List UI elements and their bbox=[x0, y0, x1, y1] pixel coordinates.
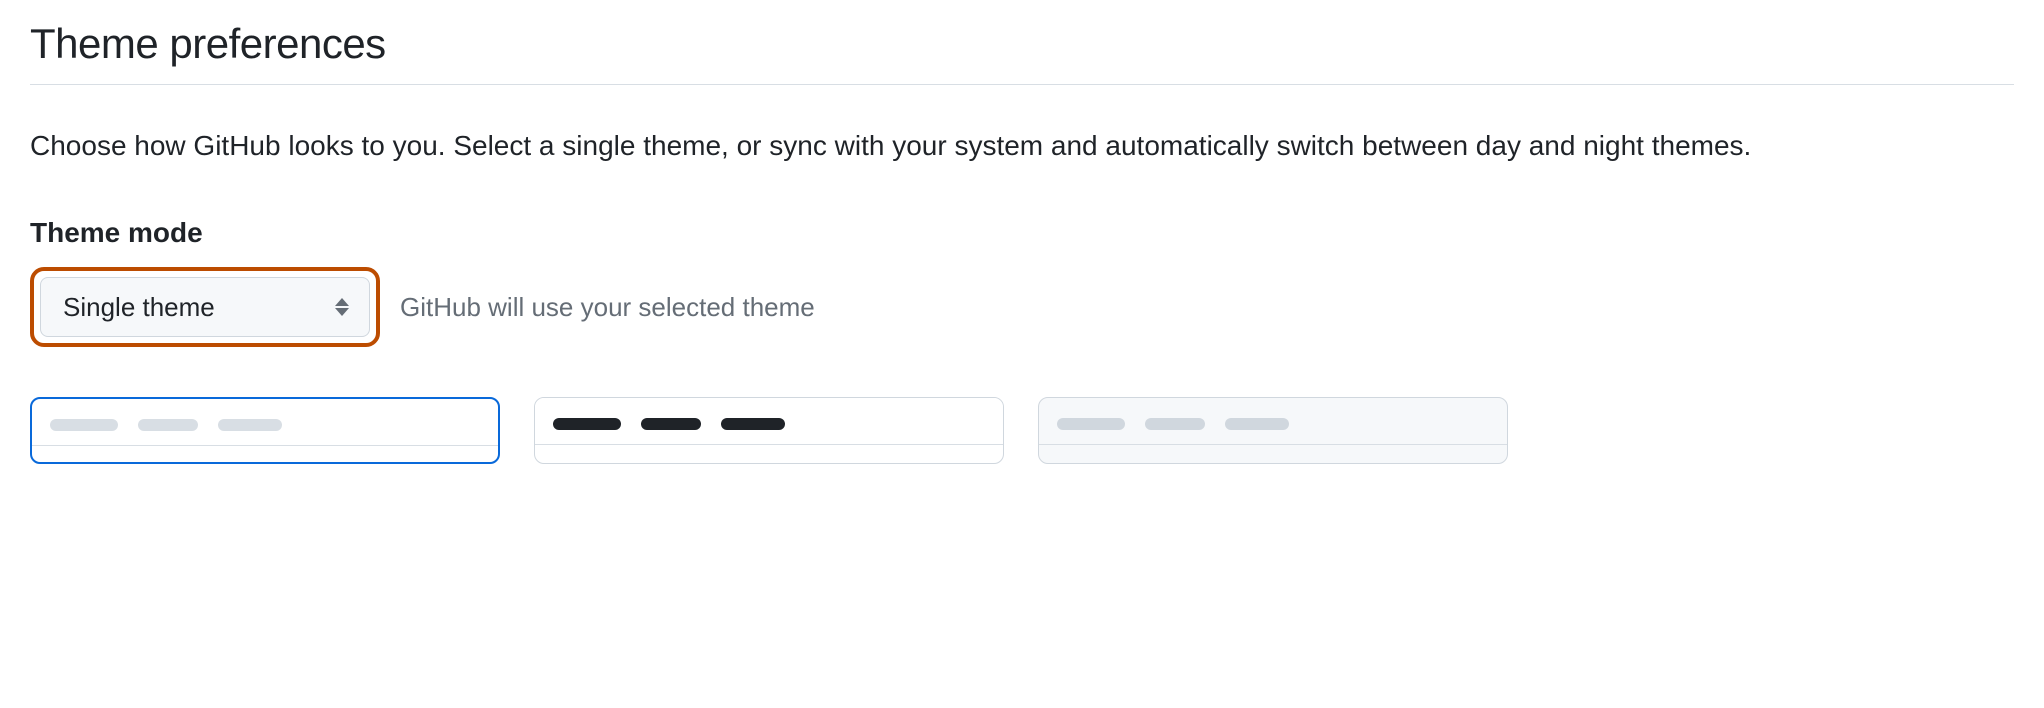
theme-description: Choose how GitHub looks to you. Select a… bbox=[30, 125, 2014, 167]
theme-mode-select-highlight: Single theme bbox=[30, 267, 380, 347]
theme-cards bbox=[30, 397, 2014, 464]
theme-card-dimmed[interactable] bbox=[1038, 397, 1508, 464]
theme-card-light[interactable] bbox=[30, 397, 500, 464]
theme-mode-row: Single theme GitHub will use your select… bbox=[30, 267, 2014, 347]
theme-mode-label: Theme mode bbox=[30, 217, 2014, 249]
theme-mode-select[interactable]: Single theme bbox=[40, 277, 370, 337]
select-caret-icon bbox=[335, 298, 349, 316]
theme-mode-hint: GitHub will use your selected theme bbox=[400, 292, 815, 323]
theme-mode-select-value: Single theme bbox=[63, 292, 215, 323]
theme-card-preview-header bbox=[1039, 398, 1507, 445]
theme-card-dark[interactable] bbox=[534, 397, 1004, 464]
theme-card-preview-header bbox=[32, 399, 498, 446]
page-title: Theme preferences bbox=[30, 20, 2014, 85]
theme-card-preview-header bbox=[535, 398, 1003, 445]
